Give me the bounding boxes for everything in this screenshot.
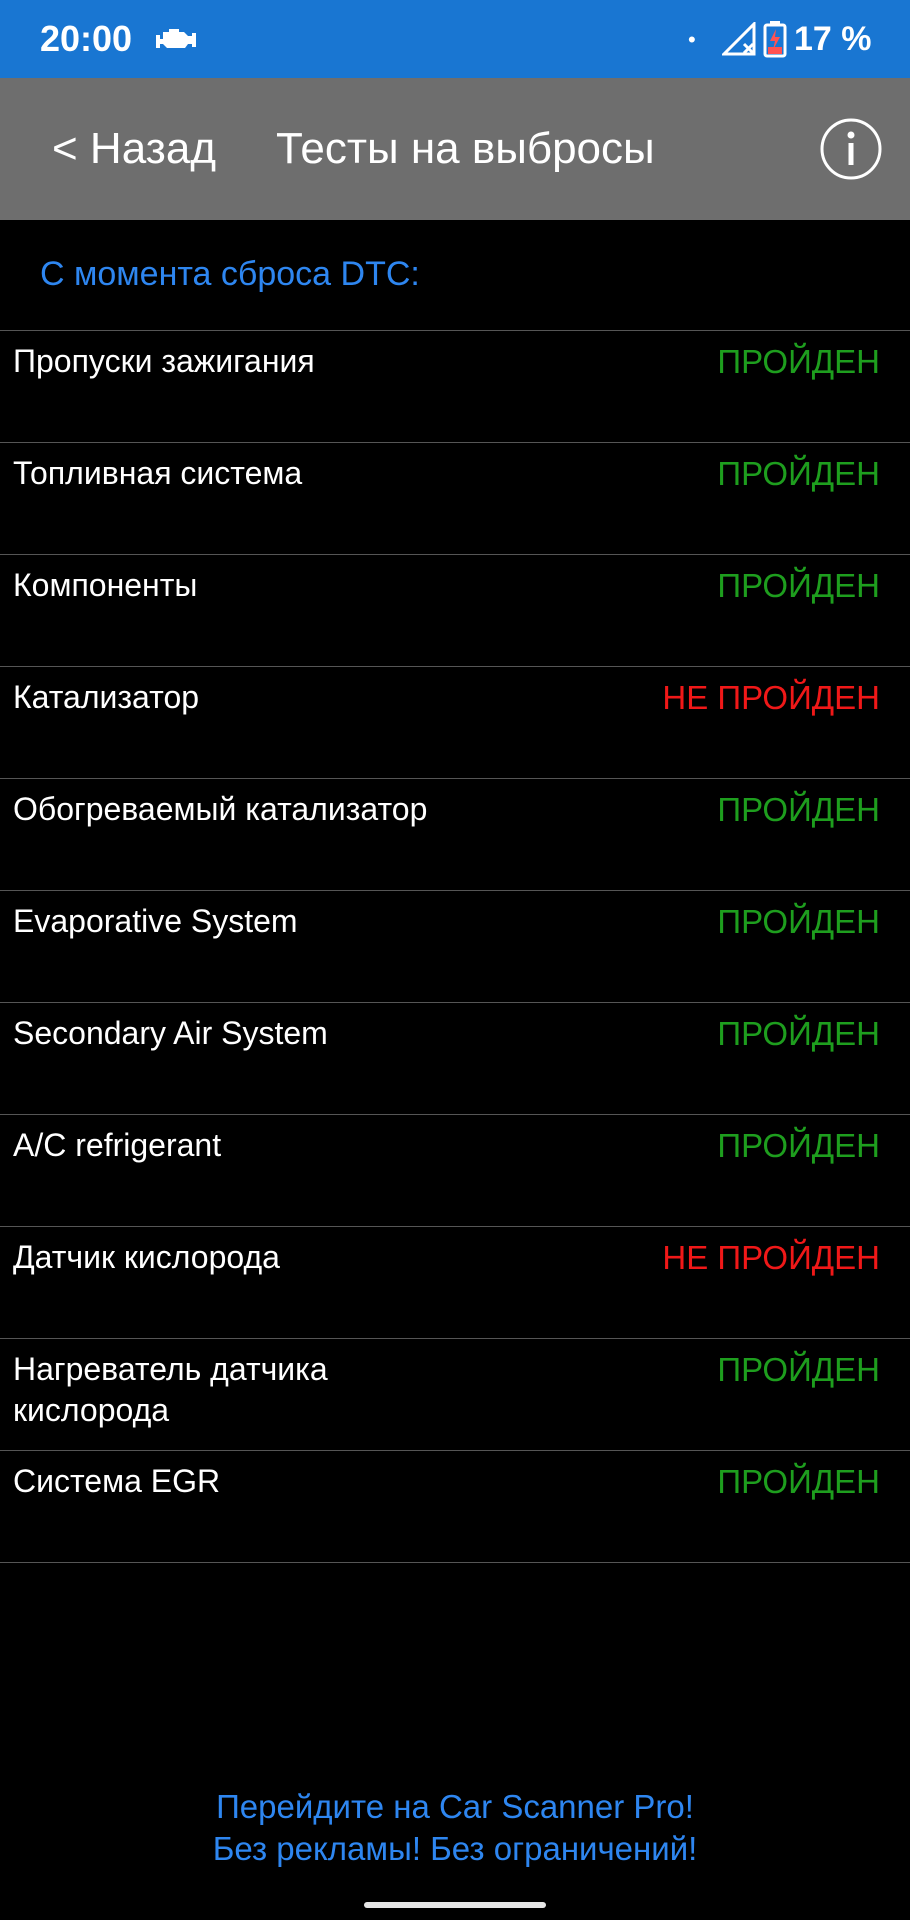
upgrade-promo-link[interactable]: Перейдите на Car Scanner Pro! Без реклам… [0, 1786, 910, 1870]
back-button[interactable]: < Назад [52, 122, 216, 176]
test-row[interactable]: Датчик кислорода НЕ ПРОЙДЕН [0, 1227, 910, 1339]
test-row[interactable]: Катализатор НЕ ПРОЙДЕН [0, 667, 910, 779]
test-status: ПРОЙДЕН [717, 1351, 880, 1388]
test-name: Датчик кислорода [13, 1239, 280, 1275]
test-status: ПРОЙДЕН [717, 791, 880, 828]
home-indicator[interactable] [364, 1902, 546, 1908]
test-status: ПРОЙДЕН [717, 567, 880, 604]
test-row[interactable]: Топливная система ПРОЙДЕН [0, 443, 910, 555]
info-icon[interactable] [820, 118, 882, 180]
test-name: Evaporative System [13, 903, 298, 939]
battery-charging-icon [763, 21, 787, 58]
toolbar: < Назад Тесты на выбросы [0, 78, 910, 220]
test-status: ПРОЙДЕН [717, 1463, 880, 1500]
test-name: Система EGR [13, 1463, 221, 1499]
test-name: Secondary Air System [13, 1015, 328, 1051]
test-row[interactable]: Secondary Air System ПРОЙДЕН [0, 1003, 910, 1115]
test-row[interactable]: A/C refrigerant ПРОЙДЕН [0, 1115, 910, 1227]
status-bar: 20:00 • 17 % [0, 0, 910, 78]
test-row[interactable]: Пропуски зажигания ПРОЙДЕН [0, 331, 910, 443]
page-title: Тесты на выбросы [276, 124, 655, 173]
test-status: НЕ ПРОЙДЕН [662, 1239, 880, 1276]
test-row[interactable]: Обогреваемый катализатор ПРОЙДЕН [0, 779, 910, 891]
test-name: Обогреваемый катализатор [13, 791, 428, 827]
test-status: ПРОЙДЕН [717, 343, 880, 380]
test-name: Топливная система [13, 455, 303, 491]
promo-line-1: Перейдите на Car Scanner Pro! [216, 1788, 694, 1825]
test-name: A/C refrigerant [13, 1127, 222, 1163]
section-header: С момента сброса DTC: [40, 255, 420, 293]
test-row[interactable]: Нагреватель датчика кислорода ПРОЙДЕН [0, 1339, 910, 1451]
test-status: ПРОЙДЕН [717, 1127, 880, 1164]
status-time: 20:00 [40, 18, 133, 59]
battery-percent: 17 % [794, 20, 872, 58]
test-status: ПРОЙДЕН [717, 903, 880, 940]
test-row[interactable]: Система EGR ПРОЙДЕН [0, 1451, 910, 1563]
test-status: ПРОЙДЕН [717, 1015, 880, 1052]
test-status: НЕ ПРОЙДЕН [662, 679, 880, 716]
engine-icon [156, 29, 196, 48]
test-name: Катализатор [13, 679, 200, 715]
test-status: ПРОЙДЕН [717, 455, 880, 492]
promo-line-2: Без рекламы! Без ограничений! [212, 1830, 698, 1867]
test-name: Компоненты [13, 567, 198, 603]
signal-no-data-icon [722, 22, 756, 56]
test-row[interactable]: Evaporative System ПРОЙДЕН [0, 891, 910, 1003]
notification-dot: • [688, 27, 696, 52]
test-name: Пропуски зажигания [13, 343, 315, 379]
test-list: Пропуски зажигания ПРОЙДЕН Топливная систе… [0, 330, 910, 1563]
test-name: Нагреватель датчика кислорода [13, 1351, 328, 1428]
test-row[interactable]: Компоненты ПРОЙДЕН [0, 555, 910, 667]
